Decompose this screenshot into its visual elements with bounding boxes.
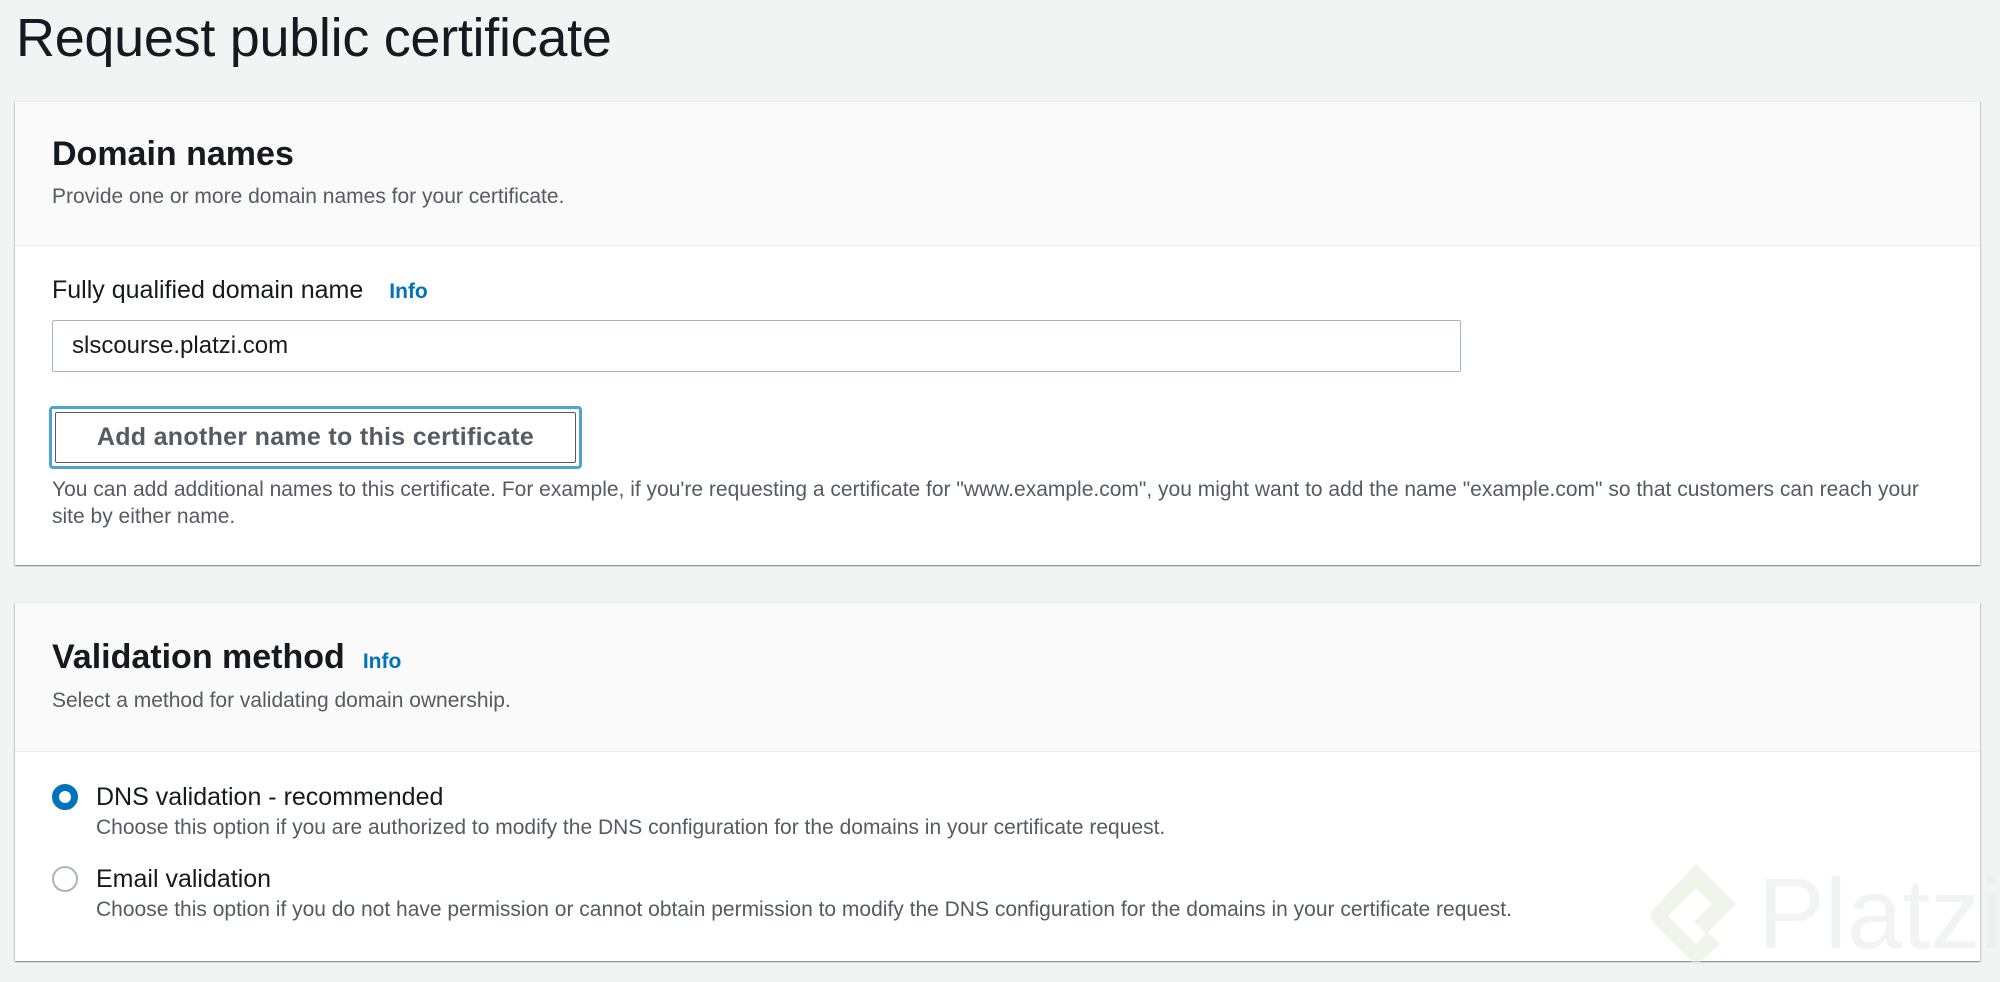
email-option-title: Email validation — [96, 865, 272, 893]
fqdn-label-row: Fully qualified domain name Info — [52, 275, 428, 307]
platzi-watermark-text: Platzi — [1758, 858, 2000, 970]
add-another-name-label: Add another name to this certificate — [55, 412, 576, 463]
page-title: Request public certificate — [16, 8, 612, 68]
platzi-logo-icon — [1651, 864, 1736, 966]
validation-method-heading: Validation method — [52, 638, 345, 676]
validation-info-link[interactable]: Info — [363, 650, 401, 674]
dns-option-text: DNS validation - recommended Choose this… — [96, 782, 1165, 842]
dns-option-description: Choose this option if you are authorized… — [96, 816, 1166, 839]
domain-names-heading: Domain names — [52, 135, 294, 173]
dns-option-title: DNS validation - recommended — [96, 783, 444, 811]
fqdn-info-link[interactable]: Info — [389, 277, 427, 307]
add-name-helper-text: You can add additional names to this cer… — [52, 478, 1919, 528]
add-another-name-button[interactable]: Add another name to this certificate — [49, 406, 582, 469]
validation-heading-row: Validation method Info — [52, 637, 401, 677]
email-option-text: Email validation Choose this option if y… — [96, 864, 1512, 924]
domain-names-panel: Domain names Provide one or more domain … — [15, 101, 1980, 565]
validation-method-header: Validation method Info Select a method f… — [15, 603, 1980, 752]
validation-method-description: Select a method for validating domain ow… — [52, 689, 511, 712]
domain-names-description: Provide one or more domain names for you… — [52, 185, 565, 208]
email-radio-button[interactable] — [52, 866, 78, 892]
dns-radio-button[interactable] — [52, 784, 78, 810]
domain-names-header: Domain names Provide one or more domain … — [15, 102, 1980, 246]
platzi-watermark: Platzi — [1648, 858, 2000, 970]
fqdn-input[interactable] — [52, 320, 1461, 372]
fqdn-label: Fully qualified domain name — [52, 276, 364, 304]
radio-option-email[interactable]: Email validation Choose this option if y… — [52, 864, 1512, 924]
radio-option-dns[interactable]: DNS validation - recommended Choose this… — [52, 782, 1165, 842]
email-option-description: Choose this option if you do not have pe… — [96, 898, 1512, 921]
